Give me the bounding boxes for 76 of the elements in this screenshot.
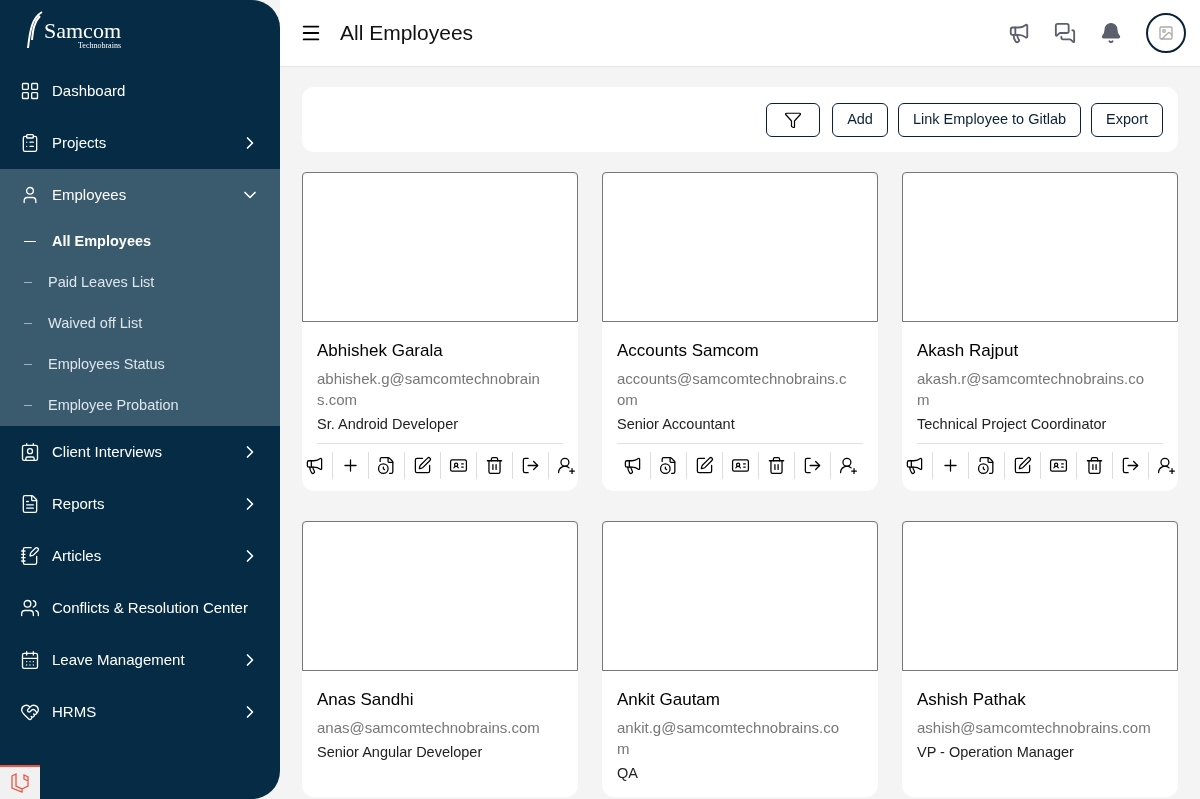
sidebar-item[interactable]: HRMS xyxy=(0,686,280,738)
toolbar-button[interactable]: Export xyxy=(1091,102,1163,137)
bell-icon xyxy=(1100,22,1122,44)
filter-icon xyxy=(784,110,803,129)
edit-icon xyxy=(1012,456,1032,476)
notification-button[interactable] xyxy=(1100,22,1122,44)
announcement-button[interactable] xyxy=(1008,22,1030,44)
file-icon xyxy=(658,456,678,476)
employee-name: Akash Rajput xyxy=(917,340,1020,362)
employee-name: Ashish Pathak xyxy=(917,689,1027,712)
sidebar-item[interactable]: Employees xyxy=(0,169,280,221)
sidebar-item[interactable]: Articles xyxy=(0,530,280,582)
employee-email: akash.r@samcomtechnobrains.com xyxy=(917,368,1145,410)
trash-icon xyxy=(484,456,504,476)
employee-role: Technical Project Coordinator xyxy=(917,414,1108,434)
brand-name: Samcom xyxy=(44,20,121,42)
employee-role: VP - Operation Manager xyxy=(917,742,1075,762)
file-icon xyxy=(976,456,996,476)
user-add-icon xyxy=(556,456,576,476)
user-add-icon xyxy=(838,456,858,476)
submenu-item[interactable]: All Employees xyxy=(0,221,280,262)
employee-role: QA xyxy=(617,763,639,783)
employee-name: Ankit Gautam xyxy=(617,689,721,712)
toolbar-button[interactable]: Add xyxy=(832,102,888,137)
employee-name: Anas Sandhi xyxy=(317,689,415,712)
brand-tagline: Technobrains xyxy=(78,42,121,50)
employee-email: ashish@samcomtechnobrains.com xyxy=(917,717,1152,738)
logout-icon xyxy=(802,456,822,476)
users-icon xyxy=(20,598,40,618)
employee-email: ankit.g@samcomtechnobrains.com xyxy=(617,717,840,759)
image-placeholder-icon xyxy=(1158,25,1174,41)
filter-button[interactable] xyxy=(766,102,821,137)
employee-role: Senior Angular Developer xyxy=(317,742,484,762)
submenu-item[interactable]: Employees Status xyxy=(0,344,280,385)
chat-icon xyxy=(1054,22,1076,44)
employee-name: Accounts Samcom xyxy=(617,340,760,362)
employee-email: accounts@samcomtechnobrains.com xyxy=(617,368,848,410)
logout-icon xyxy=(1120,456,1140,476)
calendar-icon xyxy=(20,650,40,670)
trash-icon xyxy=(766,456,786,476)
logout-icon xyxy=(520,456,540,476)
chat-button[interactable] xyxy=(1054,22,1076,44)
employee-email: abhishek.g@samcomtechnobrains.com xyxy=(317,368,541,410)
employee-name: Abhishek Garala xyxy=(317,340,444,362)
employee-role: Sr. Android Developer xyxy=(317,414,460,434)
framework-badge[interactable] xyxy=(0,765,40,799)
sidebar-item[interactable]: Leave Management xyxy=(0,634,280,686)
notebook-icon xyxy=(20,546,40,566)
employee-role: Senior Accountant xyxy=(617,414,736,434)
grid-icon xyxy=(20,81,40,101)
trash-icon xyxy=(1084,456,1104,476)
user-add-icon xyxy=(1156,456,1176,476)
avatar[interactable] xyxy=(1146,13,1186,53)
submenu-item[interactable]: Paid Leaves List xyxy=(0,262,280,303)
clipboard-icon xyxy=(20,133,40,153)
sidebar-item[interactable]: Reports xyxy=(0,478,280,530)
megaphone-icon xyxy=(1008,22,1030,44)
submenu-item[interactable]: Employee Probation xyxy=(0,385,280,426)
handshake-icon xyxy=(20,702,40,722)
file-icon xyxy=(376,456,396,476)
edit-icon xyxy=(412,456,432,476)
employee-email: anas@samcomtechnobrains.com xyxy=(317,717,541,738)
megaphone-icon xyxy=(304,456,324,476)
toolbar-button[interactable]: Link Employee to Gitlab xyxy=(897,102,1082,137)
submenu-item[interactable]: Waived off List xyxy=(0,303,280,344)
sidebar-item[interactable]: Conflicts & Resolution Center xyxy=(0,582,280,634)
sidebar-item[interactable]: Dashboard xyxy=(0,65,280,117)
document-icon xyxy=(20,494,40,514)
cube-logo-icon xyxy=(9,773,31,793)
sidebar-item[interactable]: Client Interviews xyxy=(0,426,280,478)
contact-card-icon xyxy=(20,442,40,462)
megaphone-icon xyxy=(622,456,642,476)
edit-icon xyxy=(694,456,714,476)
page-title: All Employees xyxy=(340,20,475,47)
megaphone-icon xyxy=(904,456,924,476)
sidebar-item[interactable]: Projects xyxy=(0,117,280,169)
